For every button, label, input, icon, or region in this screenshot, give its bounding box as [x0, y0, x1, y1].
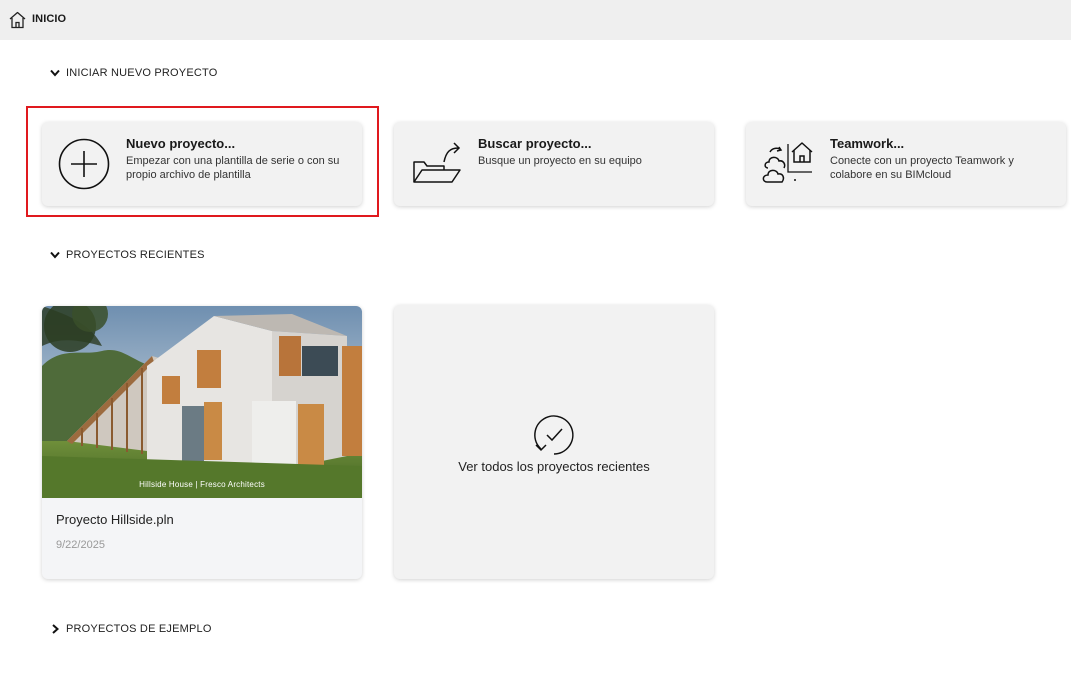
- recent-project-name: Proyecto Hillside.pln: [56, 512, 174, 527]
- view-all-recent-card[interactable]: Ver todos los proyectos recientes: [394, 305, 714, 579]
- recent-project-date: 9/22/2025: [56, 539, 105, 551]
- new-project-title: Nuevo proyecto...: [126, 136, 236, 151]
- view-all-recent-label: Ver todos los proyectos recientes: [458, 459, 650, 474]
- project-thumbnail: [42, 306, 362, 498]
- recent-project-card[interactable]: Hillside House | Fresco Architects Proye…: [42, 306, 362, 579]
- thumbnail-caption: Hillside House | Fresco Architects: [139, 480, 265, 489]
- teamwork-cloud-icon: [762, 142, 813, 183]
- teamwork-title: Teamwork...: [830, 136, 905, 151]
- section-recent-label: PROYECTOS RECIENTES: [66, 249, 205, 261]
- new-project-card[interactable]: Nuevo proyecto... Empezar con una planti…: [42, 122, 362, 206]
- home-icon[interactable]: [8, 11, 27, 29]
- section-start-label: INICIAR NUEVO PROYECTO: [66, 67, 218, 79]
- chevron-down-icon: [50, 69, 60, 77]
- top-bar: INICIO: [0, 0, 1071, 40]
- teamwork-card[interactable]: Teamwork... Conecte con un proyecto Team…: [746, 122, 1066, 206]
- recent-check-icon: [534, 415, 574, 455]
- open-project-description: Busque un proyecto en su equipo: [478, 155, 642, 167]
- new-project-description: Empezar con una plantilla de serie o con…: [126, 155, 340, 181]
- open-project-card[interactable]: Buscar proyecto... Busque un proyecto en…: [394, 122, 714, 206]
- section-examples-label: PROYECTOS DE EJEMPLO: [66, 623, 212, 635]
- open-folder-icon: [413, 142, 461, 183]
- section-examples-header[interactable]: PROYECTOS DE EJEMPLO: [50, 621, 212, 637]
- open-project-title: Buscar proyecto...: [478, 136, 592, 151]
- teamwork-description: Conecte con un proyecto Teamwork y colab…: [830, 155, 1014, 181]
- page-title: INICIO: [32, 13, 67, 25]
- section-start-header[interactable]: INICIAR NUEVO PROYECTO: [50, 65, 218, 81]
- chevron-right-icon: [52, 624, 60, 634]
- plus-circle-icon: [58, 138, 110, 190]
- section-recent-header[interactable]: PROYECTOS RECIENTES: [50, 247, 205, 263]
- chevron-down-icon: [50, 251, 60, 259]
